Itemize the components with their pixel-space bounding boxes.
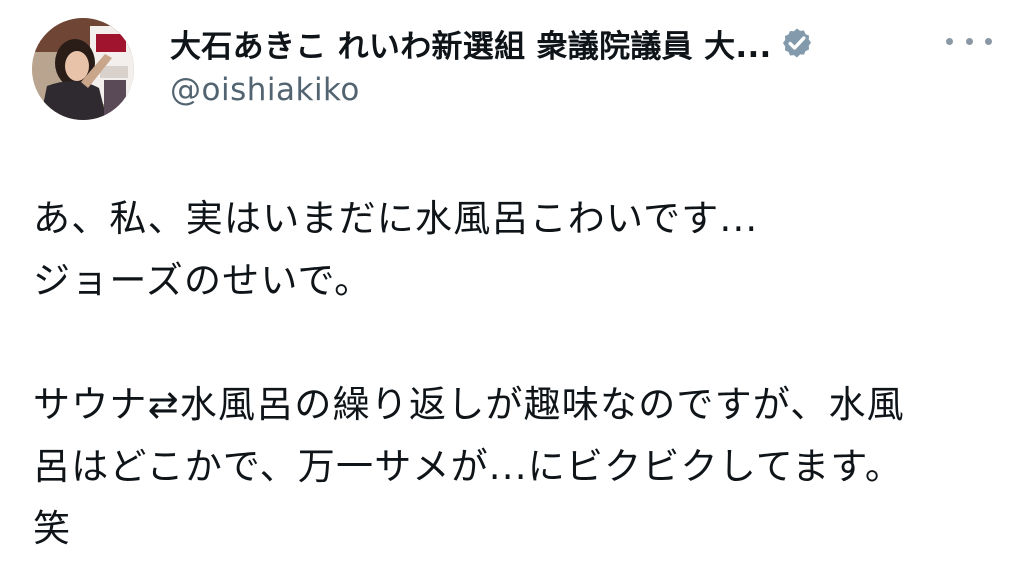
verified-badge-icon	[782, 28, 811, 58]
author-name-row: 大石あきこ れいわ新選組 衆議院議員 大...	[170, 20, 930, 66]
tweet-card: 大石あきこ れいわ新選組 衆議院議員 大... @oishiakiko あ、私、…	[0, 0, 1024, 571]
tweet-text-line: 呂はどこかで、万一サメが...にビクビクしてます。	[33, 445, 904, 488]
tweet-text-blank-line	[33, 312, 998, 374]
more-options-icon[interactable]	[946, 26, 992, 56]
tweet-text-line: ジョーズのせいで。	[33, 259, 373, 302]
more-dot-icon	[965, 37, 973, 45]
more-dot-icon	[985, 37, 992, 45]
tweet-text-line: あ、私、実はいまだに水風呂こわいです...	[33, 197, 759, 240]
author-handle[interactable]: @oishiakiko	[170, 72, 930, 108]
author-identity: 大石あきこ れいわ新選組 衆議院議員 大... @oishiakiko	[170, 20, 930, 108]
avatar-photo-icon	[32, 18, 134, 120]
tweet-text-line: 笑	[33, 507, 72, 550]
tweet-text: あ、私、実はいまだに水風呂こわいです... ジョーズのせいで。 サウナ⇄水風呂の…	[33, 188, 998, 560]
tweet-header: 大石あきこ れいわ新選組 衆議院議員 大... @oishiakiko	[32, 18, 994, 120]
more-dot-icon	[946, 37, 953, 45]
author-display-name[interactable]: 大石あきこ れいわ新選組 衆議院議員 大...	[170, 21, 772, 66]
tweet-text-line: サウナ⇄水風呂の繰り返しが趣味なのですが、水風	[33, 383, 905, 426]
avatar[interactable]	[32, 18, 134, 120]
